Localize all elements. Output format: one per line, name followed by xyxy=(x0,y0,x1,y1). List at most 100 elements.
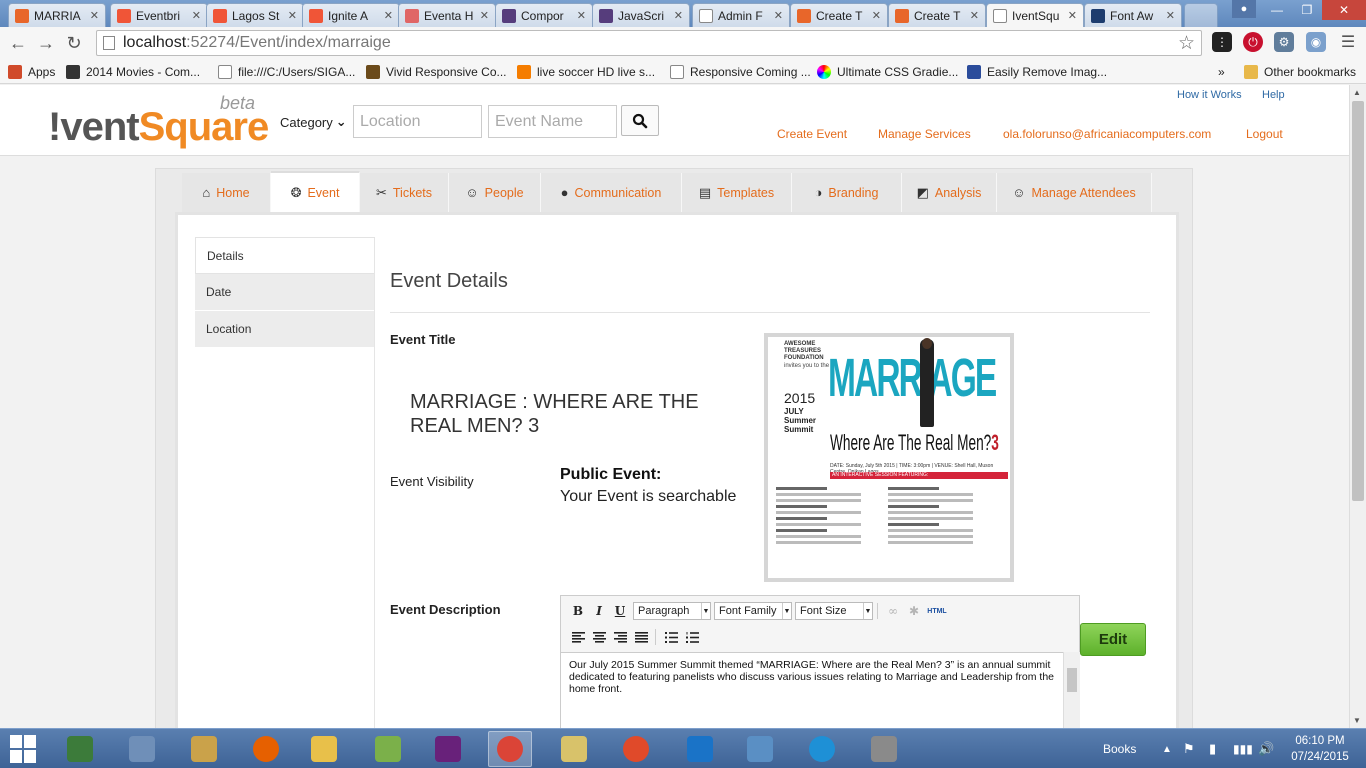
user-email-link[interactable]: ola.folorunso@africaniacomputers.com xyxy=(1003,127,1211,141)
taskbar-app-headphones[interactable] xyxy=(614,731,658,767)
align-right-icon[interactable] xyxy=(610,627,630,647)
tab-analysis[interactable]: ◩ Analysis xyxy=(902,173,997,212)
bookmark-item[interactable]: Responsive Coming ... xyxy=(670,63,811,81)
books-toolbar[interactable]: Books xyxy=(1103,729,1136,768)
tab-manage-attendees[interactable]: ☺ Manage Attendees xyxy=(997,173,1152,212)
taskbar-app-visual-studio[interactable] xyxy=(426,731,470,767)
side-menu-details[interactable]: Details xyxy=(195,237,375,274)
bookmark-item[interactable]: file:///C:/Users/SIGA... xyxy=(218,63,355,81)
event-name-input[interactable]: Event Name xyxy=(488,105,617,138)
tray-expand-icon[interactable]: ▲ xyxy=(1162,729,1172,768)
bookmarks-more-button[interactable]: » xyxy=(1218,63,1225,81)
create-event-link[interactable]: Create Event xyxy=(777,127,847,141)
taskbar-app-explorer-folder[interactable] xyxy=(302,731,346,767)
scroll-down-icon[interactable]: ▼ xyxy=(1353,716,1361,725)
browser-tab[interactable]: Admin F ✕ xyxy=(692,3,790,27)
taskbar-app-tools[interactable] xyxy=(862,731,906,767)
close-tab-icon[interactable]: ✕ xyxy=(1166,9,1175,22)
bookmark-item[interactable]: live soccer HD live s... xyxy=(517,63,655,81)
taskbar-app-paint[interactable] xyxy=(182,731,226,767)
link-icon[interactable]: ∞ xyxy=(883,601,903,621)
side-menu-location[interactable]: Location xyxy=(195,311,375,348)
battery-icon[interactable]: ▮ xyxy=(1209,729,1216,768)
event-poster-image[interactable]: AWESOME TREASURES FOUNDATION invites you… xyxy=(764,333,1014,582)
location-input[interactable]: Location xyxy=(353,105,482,138)
browser-tab[interactable]: Lagos St ✕ xyxy=(206,3,304,27)
unlink-icon[interactable]: ✱ xyxy=(904,601,924,621)
numbered-list-icon[interactable] xyxy=(682,627,702,647)
scrollbar-thumb[interactable] xyxy=(1352,101,1364,501)
taskbar-app-mail[interactable] xyxy=(678,731,722,767)
browser-tab[interactable]: IventSqu ✕ xyxy=(986,3,1084,27)
new-tab-button[interactable] xyxy=(1184,3,1218,27)
bullet-list-icon[interactable] xyxy=(661,627,681,647)
close-tab-icon[interactable]: ✕ xyxy=(970,9,979,22)
close-tab-icon[interactable]: ✕ xyxy=(480,9,489,22)
italic-button[interactable]: I xyxy=(589,601,609,621)
paragraph-format-select[interactable]: Paragraph ▼ xyxy=(633,602,711,620)
flag-icon[interactable]: ⚑ xyxy=(1183,729,1195,768)
font-size-select[interactable]: Font Size ▼ xyxy=(795,602,873,620)
start-button[interactable] xyxy=(10,735,38,763)
menu-icon[interactable]: ☰ xyxy=(1338,32,1358,52)
minimize-button[interactable]: — xyxy=(1262,0,1292,20)
side-menu-date[interactable]: Date xyxy=(195,274,375,311)
taskbar-app-notepad-plus[interactable] xyxy=(366,731,410,767)
help-link[interactable]: Help xyxy=(1262,89,1285,101)
browser-tab[interactable]: Create T ✕ xyxy=(790,3,888,27)
editor-scrollbar[interactable] xyxy=(1063,652,1080,728)
how-it-works-link[interactable]: How it Works xyxy=(1177,89,1242,101)
tab-tickets[interactable]: ✂ Tickets xyxy=(360,173,449,212)
edit-button[interactable]: Edit xyxy=(1080,623,1146,656)
maximize-button[interactable]: ❐ xyxy=(1292,0,1322,20)
browser-tab[interactable]: Compor ✕ xyxy=(495,3,593,27)
manage-services-link[interactable]: Manage Services xyxy=(878,127,971,141)
browser-user-button[interactable]: ● xyxy=(1232,0,1256,18)
taskbar-app-folder[interactable] xyxy=(552,731,596,767)
address-bar[interactable]: localhost:52274/Event/index/marraige ☆ xyxy=(96,30,1202,56)
close-tab-icon[interactable]: ✕ xyxy=(192,9,201,22)
align-left-icon[interactable] xyxy=(568,627,588,647)
taskbar-app-control-panel[interactable] xyxy=(738,731,782,767)
tab-communication[interactable]: ● Communication xyxy=(541,173,682,212)
power-extension-icon[interactable]: ⏻ xyxy=(1243,32,1263,52)
scroll-up-icon[interactable]: ▲ xyxy=(1353,88,1361,97)
category-dropdown[interactable]: Category ⌄ xyxy=(280,114,347,130)
back-button[interactable]: ← xyxy=(6,32,30,54)
bookmark-star-icon[interactable]: ☆ xyxy=(1178,32,1195,55)
close-window-button[interactable]: ✕ xyxy=(1322,0,1366,20)
taskbar-app-window[interactable] xyxy=(120,731,164,767)
bookmark-item[interactable]: Easily Remove Imag... xyxy=(967,63,1107,81)
close-tab-icon[interactable]: ✕ xyxy=(288,9,297,22)
tab-templates[interactable]: ▤ Templates xyxy=(682,173,792,212)
close-tab-icon[interactable]: ✕ xyxy=(90,9,99,22)
other-bookmarks-folder[interactable]: Other bookmarks xyxy=(1244,63,1356,81)
camera-extension-icon[interactable]: ◉ xyxy=(1306,32,1326,52)
close-tab-icon[interactable]: ✕ xyxy=(774,9,783,22)
puzzle-extension-icon[interactable]: ⚙ xyxy=(1274,32,1294,52)
close-tab-icon[interactable]: ✕ xyxy=(674,9,683,22)
taskbar-app-firefox[interactable] xyxy=(244,731,288,767)
page-scrollbar[interactable]: ▲ ▼ xyxy=(1349,85,1366,728)
tab-branding[interactable]: ◑ Branding xyxy=(792,173,902,212)
search-button[interactable] xyxy=(621,105,659,136)
logout-link[interactable]: Logout xyxy=(1246,127,1283,141)
close-tab-icon[interactable]: ✕ xyxy=(577,9,586,22)
bookmark-item[interactable]: Ultimate CSS Gradie... xyxy=(817,63,958,81)
volume-icon[interactable]: 🔊 xyxy=(1258,729,1274,768)
align-center-icon[interactable] xyxy=(589,627,609,647)
bookmark-item[interactable]: Apps xyxy=(8,63,55,81)
close-tab-icon[interactable]: ✕ xyxy=(384,9,393,22)
browser-tab[interactable]: Create T ✕ xyxy=(888,3,986,27)
taskbar-app-calculator-grid[interactable] xyxy=(58,731,102,767)
browser-tab[interactable]: JavaScri ✕ xyxy=(592,3,690,27)
bookmark-item[interactable]: 2014 Movies - Com... xyxy=(66,63,200,81)
forward-button[interactable]: → xyxy=(34,32,58,54)
browser-tab[interactable]: MARRIA ✕ xyxy=(8,3,106,27)
browser-tab[interactable]: Ignite A ✕ xyxy=(302,3,400,27)
taskbar-app-internet-explorer[interactable] xyxy=(800,731,844,767)
close-tab-icon[interactable]: ✕ xyxy=(1068,9,1077,22)
taskbar-app-chrome[interactable] xyxy=(488,731,532,767)
signal-icon[interactable]: ▮▮▮ xyxy=(1233,729,1253,768)
system-clock[interactable]: 06:10 PM 07/24/2015 xyxy=(1280,733,1360,765)
